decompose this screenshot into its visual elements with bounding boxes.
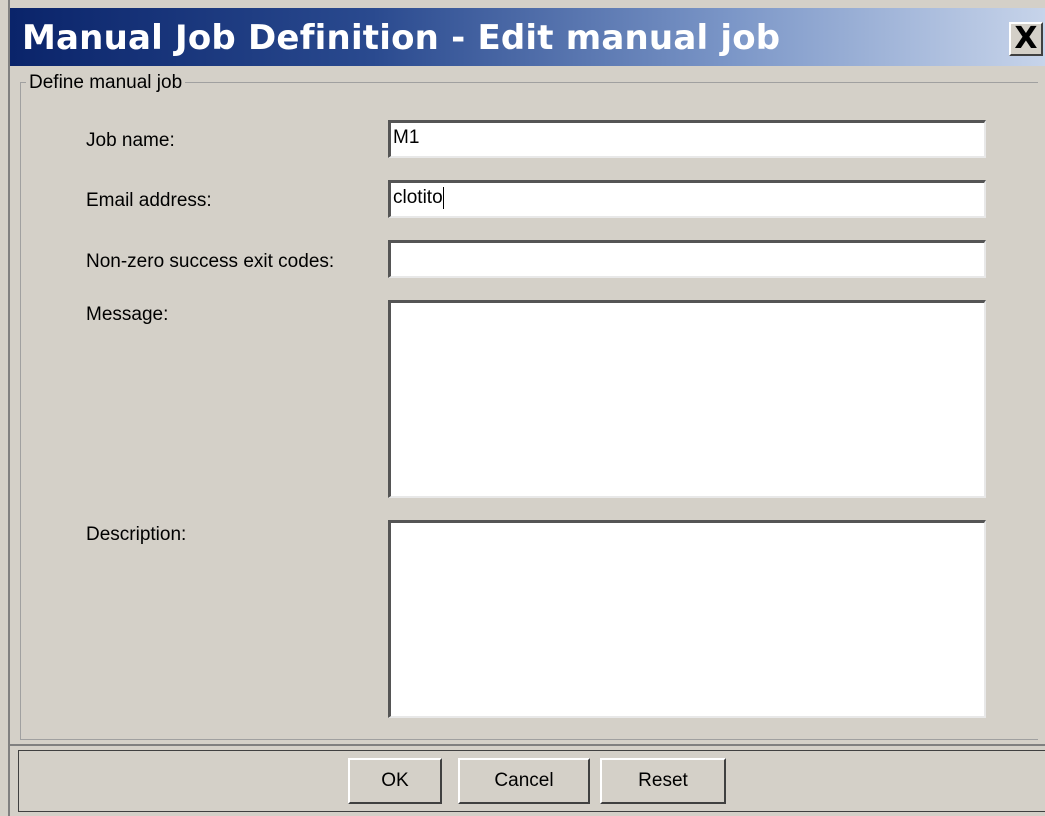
window-left-border	[0, 0, 10, 816]
close-button[interactable]: X	[1009, 22, 1043, 56]
message-label: Message:	[86, 304, 169, 325]
job-name-label: Job name:	[86, 130, 175, 151]
email-address-label: Email address:	[86, 190, 212, 211]
group-legend: Define manual job	[26, 72, 186, 94]
manual-job-dialog: Manual Job Definition - Edit manual job …	[0, 0, 1045, 816]
message-textarea[interactable]	[388, 300, 986, 498]
ok-button[interactable]: OK	[348, 758, 442, 804]
exit-codes-input[interactable]	[388, 240, 986, 278]
text-caret	[442, 187, 444, 209]
close-icon: X	[1014, 21, 1038, 56]
window-title: Manual Job Definition - Edit manual job	[22, 18, 781, 58]
reset-button[interactable]: Reset	[600, 758, 726, 804]
exit-codes-label: Non-zero success exit codes:	[86, 251, 335, 272]
job-name-input[interactable]: M1	[388, 120, 986, 158]
email-address-value: clotito	[393, 187, 443, 209]
description-textarea[interactable]	[388, 520, 986, 718]
job-name-value: M1	[393, 127, 420, 148]
cancel-button[interactable]: Cancel	[458, 758, 590, 804]
title-bar[interactable]: Manual Job Definition - Edit manual job …	[10, 8, 1045, 66]
email-address-input[interactable]: clotito	[388, 180, 986, 218]
description-label: Description:	[86, 524, 187, 545]
